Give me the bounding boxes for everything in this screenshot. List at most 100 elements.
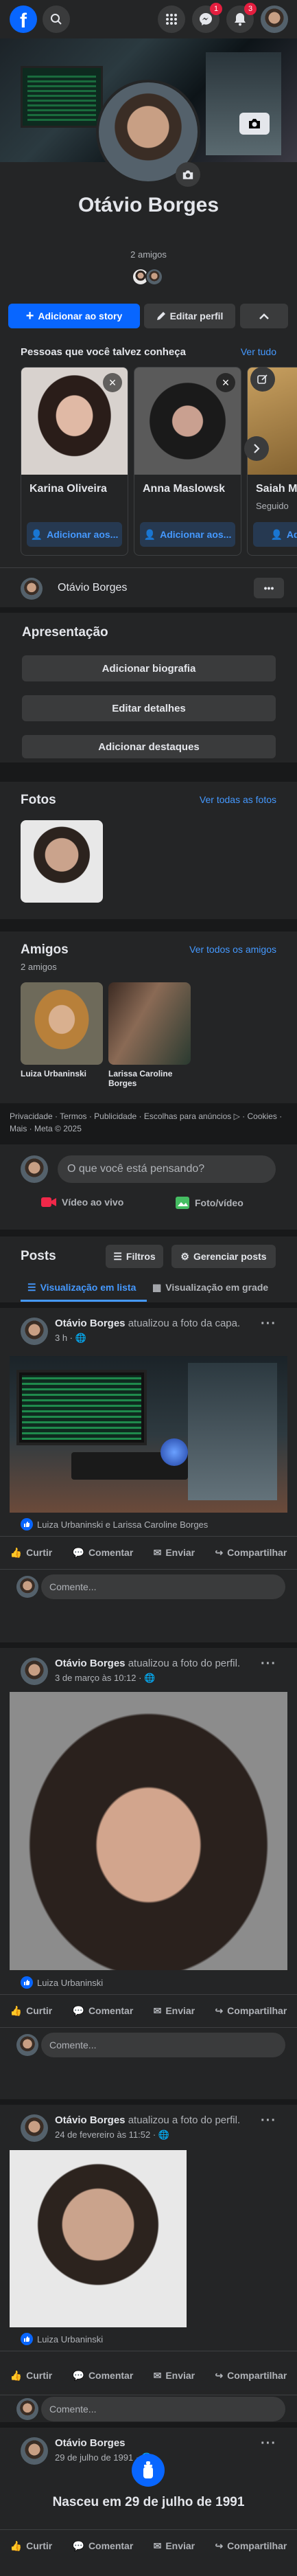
friends-count[interactable]: 2 amigos — [0, 249, 297, 260]
list-view-tab[interactable]: ☰ Visualização em lista — [27, 1275, 136, 1300]
cover-camera-icon[interactable] — [239, 113, 270, 135]
comment-avatar[interactable] — [16, 1576, 38, 1598]
photos-see-all[interactable]: Ver todas as fotos — [200, 794, 276, 805]
post-time[interactable]: 24 de fevereiro às 11:52 · 🌐 — [55, 2129, 169, 2140]
more-options-button[interactable] — [240, 304, 288, 328]
section-divider — [0, 1302, 297, 1308]
suggestion-name[interactable]: Saiah M — [256, 483, 297, 495]
comment-input[interactable]: Comente... — [41, 2397, 285, 2421]
suggestion-card[interactable]: × Anna Maslowsk 👤 Adicionar aos... — [134, 367, 241, 556]
share-button[interactable]: ↪ Compartilhar — [215, 2370, 287, 2382]
post-author-avatar[interactable] — [21, 1318, 48, 1345]
account-avatar[interactable] — [261, 5, 288, 33]
comment-button[interactable]: 💬 Comentar — [73, 1547, 134, 1559]
profile-switch-avatar[interactable] — [21, 578, 43, 600]
edit-suggestions-icon[interactable] — [250, 367, 275, 392]
friend-name[interactable]: Larissa Caroline Borges — [108, 1069, 191, 1088]
post-author-avatar[interactable] — [21, 2437, 48, 2465]
add-friend-button[interactable]: 👤 Adicionar aos... — [140, 522, 235, 547]
add-friend-button[interactable]: 👤 Adicionar aos... — [27, 522, 122, 547]
edit-profile-button[interactable]: Editar perfil — [144, 304, 235, 328]
send-button[interactable]: ✉ Enviar — [154, 1547, 195, 1559]
add-friend-button[interactable]: 👤Adicionar — [253, 522, 297, 547]
filters-button[interactable]: ☰ Filtros — [106, 1245, 163, 1268]
post-image[interactable] — [10, 1356, 287, 1513]
footer-links[interactable]: Privacidade · Termos · Publicidade · Esc… — [10, 1110, 287, 1135]
add-bio-button[interactable]: Adicionar biografia — [22, 655, 276, 681]
more-options-button[interactable]: ••• — [254, 578, 284, 598]
like-button[interactable]: 👍 Curtir — [10, 2005, 53, 2017]
post-author-avatar[interactable] — [21, 1658, 48, 1685]
like-button[interactable]: 👍 Curtir — [10, 2370, 53, 2382]
comment-button[interactable]: 💬 Comentar — [73, 2540, 134, 2552]
friend-name[interactable]: Luiza Urbaninski — [21, 1069, 103, 1078]
profile-switch-name[interactable]: Otávio Borges — [58, 582, 127, 594]
comment-avatar[interactable] — [16, 2034, 38, 2056]
messenger-icon[interactable]: 1 — [192, 3, 222, 33]
friend-photo[interactable] — [21, 982, 103, 1065]
composer-input[interactable]: O que você está pensando? — [58, 1155, 276, 1183]
post-author[interactable]: Otávio Borges — [55, 1658, 126, 1669]
live-video-button[interactable]: Vídeo ao vivo — [41, 1197, 123, 1208]
comment-button[interactable]: 💬 Comentar — [73, 2005, 134, 2017]
profile-camera-icon[interactable] — [176, 162, 200, 187]
close-icon[interactable]: × — [103, 373, 122, 392]
facebook-logo[interactable]: f — [10, 5, 37, 33]
suggestion-card[interactable]: Saiah M Seguido 👤Adicionar — [247, 367, 297, 556]
post-author[interactable]: Otávio Borges — [55, 1318, 126, 1329]
composer-avatar[interactable] — [21, 1155, 48, 1183]
gear-icon: ⚙ — [180, 1250, 189, 1262]
photo-thumbnail[interactable] — [21, 820, 103, 903]
reactions-summary[interactable]: Luiza Urbaninski e Larissa Caroline Borg… — [21, 1518, 208, 1530]
share-button[interactable]: ↪ Compartilhar — [215, 2005, 287, 2017]
suggestion-card[interactable]: × Karina Oliveira 👤 Adicionar aos... — [21, 367, 128, 556]
post-options-icon[interactable]: ··· — [261, 2436, 276, 2452]
like-button[interactable]: 👍 Curtir — [10, 1547, 53, 1559]
composer-section: O que você está pensando? Vídeo ao vivo … — [0, 1144, 297, 1230]
comment-input[interactable]: Comente... — [41, 1574, 285, 1599]
edit-details-button[interactable]: Editar detalhes — [22, 695, 276, 721]
reactions-summary[interactable]: Luiza Urbaninski — [21, 1976, 103, 1989]
comment-input[interactable]: Comente... — [41, 2033, 285, 2057]
reactions-summary[interactable]: Luiza Urbaninski — [21, 2333, 103, 2345]
friends-see-all[interactable]: Ver todos os amigos — [189, 944, 276, 955]
post-image[interactable] — [10, 2150, 187, 2327]
send-button[interactable]: ✉ Enviar — [154, 2370, 195, 2382]
manage-posts-button[interactable]: ⚙ Gerenciar posts — [171, 1245, 276, 1268]
share-button[interactable]: ↪ Compartilhar — [215, 2540, 287, 2552]
grid-menu-icon[interactable] — [158, 5, 185, 33]
friend-photo[interactable] — [108, 982, 191, 1065]
photo-video-button[interactable]: Foto/vídeo — [176, 1197, 243, 1209]
post-options-icon[interactable]: ··· — [261, 2113, 276, 2129]
bell-icon[interactable]: 3 — [226, 3, 257, 33]
comment-avatar[interactable] — [16, 2398, 38, 2420]
close-icon[interactable]: × — [216, 373, 235, 392]
post-options-icon[interactable]: ··· — [261, 1316, 276, 1332]
post-author[interactable]: Otávio Borges — [55, 2114, 126, 2126]
chevron-right-icon — [253, 444, 260, 453]
share-button[interactable]: ↪ Compartilhar — [215, 1547, 287, 1559]
carousel-next-button[interactable] — [244, 436, 269, 461]
send-button[interactable]: ✉ Enviar — [154, 2540, 195, 2552]
messenger-icon: ✉ — [153, 2540, 162, 2551]
suggestions-title: Pessoas que você talvez conheça — [21, 346, 186, 358]
suggestion-name[interactable]: Karina Oliveira — [29, 483, 107, 495]
post-author[interactable]: Otávio Borges — [55, 2437, 126, 2449]
post-image[interactable] — [10, 1692, 287, 1970]
like-button[interactable]: 👍 Curtir — [10, 2540, 53, 2552]
post-author-avatar[interactable] — [21, 2114, 48, 2142]
grid-view-tab[interactable]: ▦ Visualização em grade — [152, 1275, 268, 1300]
search-icon[interactable] — [43, 5, 70, 33]
post-actions-row: 👍 Curtir 💬 Comentar ✉ Enviar ↪ Compartilhar — [0, 2363, 297, 2395]
post-options-icon[interactable]: ··· — [261, 1656, 276, 1672]
add-highlights-button[interactable]: Adicionar destaques — [22, 735, 276, 758]
send-button[interactable]: ✉ Enviar — [154, 2005, 195, 2017]
suggestion-name[interactable]: Anna Maslowsk — [143, 483, 225, 495]
comment-button[interactable]: 💬 Comentar — [73, 2370, 134, 2382]
post-time[interactable]: 3 de março às 10:12 · 🌐 — [55, 1673, 155, 1684]
post-time[interactable]: 3 h · 🌐 — [55, 1333, 86, 1344]
suggestions-see-all[interactable]: Ver tudo — [241, 346, 276, 357]
friend-avatar[interactable] — [145, 268, 163, 286]
add-story-button[interactable]: + Adicionar ao story — [8, 304, 140, 328]
section-divider — [0, 2422, 297, 2428]
